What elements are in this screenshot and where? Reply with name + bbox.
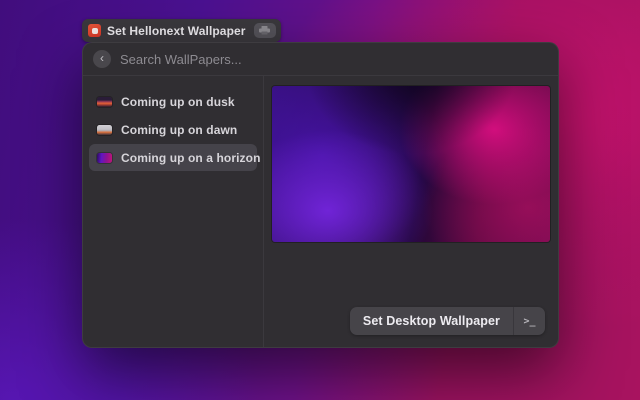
back-button[interactable]: ‹ [93,50,111,68]
list-item-label: Coming up on dusk [121,95,235,109]
list-item-label: Coming up on a horizon [121,151,261,165]
action-button-label: Set Desktop Wallpaper [350,307,513,335]
list-item-label: Coming up on dawn [121,123,237,137]
list-item-dusk[interactable]: Coming up on dusk [89,88,257,115]
wallpaper-thumbnail-icon [97,153,112,163]
hellonext-app-icon [88,24,101,37]
terminal-prompt-icon: >_ [513,307,545,335]
list-item-horizon[interactable]: Coming up on a horizon [89,144,257,171]
wallpaper-thumbnail-icon [97,97,112,107]
command-pill[interactable]: Set Hellonext Wallpaper [82,19,281,42]
wallpaper-picker-panel: ‹ Coming up on dusk Coming up on dawn Co… [82,42,559,348]
search-input[interactable] [120,52,548,67]
wallpaper-list: Coming up on dusk Coming up on dawn Comi… [83,76,263,347]
search-bar: ‹ [83,43,558,76]
wallpaper-preview-image [272,86,550,242]
set-desktop-wallpaper-button[interactable]: Set Desktop Wallpaper >_ [350,307,545,335]
chevron-left-icon: ‹ [100,52,104,64]
list-item-dawn[interactable]: Coming up on dawn [89,116,257,143]
printer-icon [254,23,276,38]
wallpaper-thumbnail-icon [97,125,112,135]
command-pill-label: Set Hellonext Wallpaper [107,24,246,38]
